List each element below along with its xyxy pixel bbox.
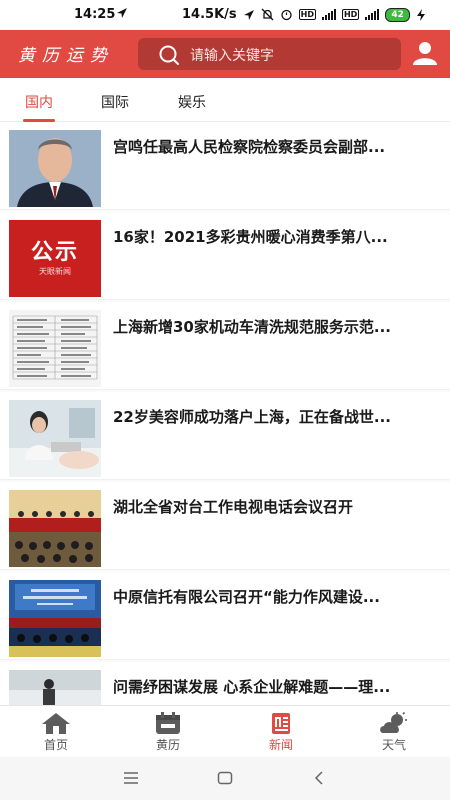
news-item[interactable]: 上海新增30家机动车清洗规范服务示范... [0, 302, 450, 390]
status-bar: 14:25 14.5K/s HD HD 42 [0, 0, 450, 30]
news-item[interactable]: 公示 天眼新闻 16家！2021多彩贵州暖心消费季第八... [0, 212, 450, 300]
category-tabs: 国内 国际 娱乐 [0, 78, 450, 122]
tab-international[interactable]: 国际 [101, 92, 129, 112]
news-icon [272, 713, 290, 734]
search-icon [158, 44, 180, 70]
news-title: 问需纾困谋发展 心系企业解难题——理... [113, 678, 391, 696]
tab-news-label: 新闻 [268, 738, 293, 752]
news-thumbnail-table [9, 310, 101, 387]
search-placeholder: 请输入关键字 [190, 48, 274, 64]
bottom-tab-bar: 首页 黄历 新闻 天气 [0, 705, 450, 757]
app-header: 黄历运势 请输入关键字 [0, 30, 450, 78]
status-time: 14:25 [74, 7, 116, 22]
location-arrow-icon [116, 7, 128, 23]
tab-almanac[interactable]: 黄历 [138, 712, 198, 753]
news-item[interactable]: 中原信托有限公司召开“能力作风建设... [0, 572, 450, 660]
app-logo: 黄历运势 [18, 46, 114, 66]
home-button-icon[interactable] [217, 770, 233, 789]
news-thumbnail-beautician [9, 400, 101, 477]
news-thumbnail-meeting [9, 580, 101, 657]
network-speed: 14.5K/s [182, 7, 237, 22]
tab-entertainment[interactable]: 娱乐 [178, 92, 206, 112]
tab-domestic[interactable]: 国内 [25, 92, 53, 112]
calendar-icon [156, 712, 180, 734]
news-thumbnail-office [9, 670, 101, 705]
hd-icon-2: HD [341, 9, 360, 20]
news-item[interactable]: 22岁美容师成功落户上海，正在备战世... [0, 392, 450, 480]
battery-icon: 42 [385, 7, 410, 22]
news-item[interactable]: 问需纾困谋发展 心系企业解难题——理... [0, 662, 450, 705]
news-title: 中原信托有限公司召开“能力作风建设... [113, 588, 380, 606]
user-icon[interactable] [412, 41, 438, 69]
home-icon [42, 713, 70, 734]
news-thumbnail-conference [9, 490, 101, 567]
news-title: 湖北全省对台工作电视电话会议召开 [113, 498, 354, 516]
news-title: 上海新增30家机动车清洗规范服务示范... [113, 318, 391, 336]
status-indicators: 14.5K/s HD HD 42 [182, 7, 426, 22]
signal-icon-2 [365, 9, 380, 20]
thumbnail-notice-text: 公示 [30, 240, 79, 265]
search-bar[interactable]: 请输入关键字 [138, 38, 401, 70]
tab-weather[interactable]: 天气 [364, 712, 424, 753]
mute-bell-icon [261, 8, 274, 21]
news-title: 宫鸣任最高人民检察院检察委员会副部... [113, 138, 386, 156]
menu-icon[interactable] [123, 770, 139, 789]
weather-icon [380, 712, 407, 733]
news-thumbnail-portrait [9, 130, 101, 207]
news-title: 16家！2021多彩贵州暖心消费季第八... [113, 228, 388, 246]
back-icon[interactable] [313, 770, 325, 789]
signal-icon [321, 9, 336, 20]
thumbnail-source-text: 天眼新闻 [39, 267, 71, 276]
tab-almanac-label: 黄历 [155, 738, 180, 752]
news-list[interactable]: 宫鸣任最高人民检察院检察委员会副部... 公示 天眼新闻 16家！2021多彩贵… [0, 122, 450, 705]
news-item[interactable]: 宫鸣任最高人民检察院检察委员会副部... [0, 122, 450, 210]
news-title: 22岁美容师成功落户上海，正在备战世... [113, 408, 391, 426]
tab-weather-label: 天气 [381, 738, 406, 752]
charging-icon [416, 8, 425, 21]
tab-news[interactable]: 新闻 [251, 712, 311, 753]
news-thumbnail-notice: 公示 天眼新闻 [9, 220, 101, 297]
send-icon [243, 9, 254, 20]
tab-home-label: 首页 [43, 738, 68, 752]
system-nav-bar [0, 757, 450, 800]
hd-icon: HD [298, 9, 316, 20]
news-item[interactable]: 湖北全省对台工作电视电话会议召开 [0, 482, 450, 570]
tab-home[interactable]: 首页 [26, 712, 86, 753]
alarm-icon [280, 9, 292, 21]
